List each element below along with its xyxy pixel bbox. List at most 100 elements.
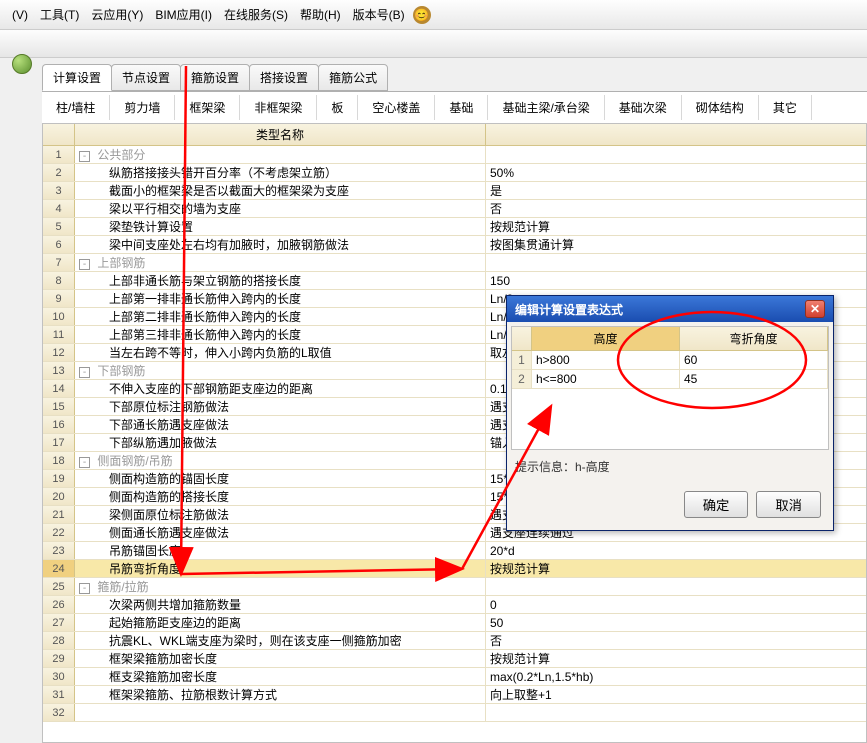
table-row[interactable]: 32 xyxy=(43,704,866,722)
cell-angle[interactable]: 60 xyxy=(680,351,828,369)
setting-value[interactable]: 150 xyxy=(486,272,866,289)
cancel-button[interactable]: 取消 xyxy=(756,491,821,518)
table-row[interactable]: 3截面小的框架梁是否以截面大的框架梁为支座是 xyxy=(43,182,866,200)
menu-item[interactable]: 云应用(Y) xyxy=(87,4,147,25)
setting-value[interactable]: 否 xyxy=(486,632,866,649)
subtab-foundation[interactable]: 基础 xyxy=(435,95,488,120)
row-number: 29 xyxy=(43,650,75,667)
cell-height[interactable]: h<=800 xyxy=(532,370,680,388)
setting-name: 不伸入支座的下部钢筋距支座边的距离 xyxy=(75,380,486,397)
row-number: 11 xyxy=(43,326,75,343)
setting-name: 梁侧面原位标注筋做法 xyxy=(75,506,486,523)
table-row[interactable]: 30框支梁箍筋加密长度max(0.2*Ln,1.5*hb) xyxy=(43,668,866,686)
setting-value[interactable]: 按图集贯通计算 xyxy=(486,236,866,253)
setting-value[interactable] xyxy=(486,146,866,163)
table-row[interactable]: 27起始箍筋距支座边的距离50 xyxy=(43,614,866,632)
dialog-title-text: 编辑计算设置表达式 xyxy=(515,301,623,318)
setting-value[interactable]: 50 xyxy=(486,614,866,631)
setting-value[interactable] xyxy=(486,578,866,595)
tab-lap-settings[interactable]: 搭接设置 xyxy=(249,64,319,91)
tab-node-settings[interactable]: 节点设置 xyxy=(111,64,181,91)
row-number: 31 xyxy=(43,686,75,703)
setting-value[interactable]: 向上取整+1 xyxy=(486,686,866,703)
dialog-titlebar[interactable]: 编辑计算设置表达式 ✕ xyxy=(507,296,833,322)
setting-value[interactable]: 否 xyxy=(486,200,866,217)
table-row[interactable]: 23吊筋锚固长度20*d xyxy=(43,542,866,560)
menu-item[interactable]: BIM应用(I) xyxy=(151,4,216,25)
setting-name: 起始箍筋距支座边的距离 xyxy=(75,614,486,631)
table-row[interactable]: 6梁中间支座处左右均有加腋时，加腋钢筋做法按图集贯通计算 xyxy=(43,236,866,254)
setting-name: 框架梁箍筋加密长度 xyxy=(75,650,486,667)
subtab-shearwall[interactable]: 剪力墙 xyxy=(110,95,175,120)
setting-value[interactable]: 按规范计算 xyxy=(486,218,866,235)
setting-name: 当左右跨不等时，伸入小跨内负筋的L取值 xyxy=(75,344,486,361)
menu-item[interactable]: 工具(T) xyxy=(36,4,83,25)
subtab-foundsec[interactable]: 基础次梁 xyxy=(605,95,682,120)
collapse-icon[interactable]: - xyxy=(79,457,90,468)
menu-item[interactable]: (V) xyxy=(8,6,32,24)
close-icon[interactable]: ✕ xyxy=(805,300,825,318)
table-row[interactable]: 5梁垫铁计算设置按规范计算 xyxy=(43,218,866,236)
subtab-masonry[interactable]: 砌体结构 xyxy=(682,95,759,120)
setting-value[interactable]: 50% xyxy=(486,164,866,181)
collapse-icon[interactable]: - xyxy=(79,583,90,594)
setting-value[interactable]: 按规范计算 xyxy=(486,650,866,667)
ok-button[interactable]: 确定 xyxy=(684,491,749,518)
dialog-col-angle[interactable]: 弯折角度 xyxy=(680,327,828,350)
subtab-hollow[interactable]: 空心楼盖 xyxy=(358,95,435,120)
subtab-column[interactable]: 柱/墙柱 xyxy=(42,95,110,120)
menu-item[interactable]: 版本号(B) xyxy=(349,4,409,25)
table-row[interactable]: 31框架梁箍筋、拉筋根数计算方式向上取整+1 xyxy=(43,686,866,704)
menu-item[interactable]: 帮助(H) xyxy=(296,4,345,25)
setting-value[interactable] xyxy=(486,254,866,271)
table-row[interactable]: 26次梁两侧共增加箍筋数量0 xyxy=(43,596,866,614)
tab-calc-settings[interactable]: 计算设置 xyxy=(42,64,112,91)
setting-value[interactable]: 是 xyxy=(486,182,866,199)
table-row[interactable]: 1 - 公共部分 xyxy=(43,146,866,164)
dialog-row[interactable]: 2 h<=800 45 xyxy=(512,370,828,389)
setting-name: 上部第一排非通长筋伸入跨内的长度 xyxy=(75,290,486,307)
table-row[interactable]: 4梁以平行相交的墙为支座否 xyxy=(43,200,866,218)
collapse-icon[interactable]: - xyxy=(79,151,90,162)
setting-name: 侧面构造筋的锚固长度 xyxy=(75,470,486,487)
menu-item[interactable]: 在线服务(S) xyxy=(220,4,292,25)
setting-value[interactable]: max(0.2*Ln,1.5*hb) xyxy=(486,668,866,685)
subtab-framebeam[interactable]: 框架梁 xyxy=(175,95,240,120)
table-row[interactable]: 24吊筋弯折角度按规范计算 xyxy=(43,560,866,578)
setting-name: 框架梁箍筋、拉筋根数计算方式 xyxy=(75,686,486,703)
subtab-nonframebeam[interactable]: 非框架梁 xyxy=(240,95,317,120)
dialog-col-height[interactable]: 高度 xyxy=(532,327,680,350)
setting-value[interactable]: 20*d xyxy=(486,542,866,559)
subtab-foundbeam[interactable]: 基础主梁/承台梁 xyxy=(488,95,604,120)
grid-header: 类型名称 xyxy=(43,124,866,146)
setting-name: 框支梁箍筋加密长度 xyxy=(75,668,486,685)
table-row[interactable]: 2纵筋搭接接头错开百分率（不考虑架立筋）50% xyxy=(43,164,866,182)
tab-stirrup-settings[interactable]: 箍筋设置 xyxy=(180,64,250,91)
setting-value[interactable]: 按规范计算 xyxy=(486,560,866,577)
row-number: 8 xyxy=(43,272,75,289)
face-icon[interactable]: 😊 xyxy=(413,6,431,24)
row-number: 7 xyxy=(43,254,75,271)
collapse-icon[interactable]: - xyxy=(79,367,90,378)
table-row[interactable]: 29框架梁箍筋加密长度按规范计算 xyxy=(43,650,866,668)
table-row[interactable]: 25 - 箍筋/拉筋 xyxy=(43,578,866,596)
table-row[interactable]: 7 - 上部钢筋 xyxy=(43,254,866,272)
setting-value[interactable] xyxy=(486,704,866,721)
row-number: 6 xyxy=(43,236,75,253)
setting-name: 下部纵筋遇加腋做法 xyxy=(75,434,486,451)
table-row[interactable]: 8上部非通长筋与架立钢筋的搭接长度150 xyxy=(43,272,866,290)
sub-tabs: 柱/墙柱 剪力墙 框架梁 非框架梁 板 空心楼盖 基础 基础主梁/承台梁 基础次… xyxy=(42,91,867,123)
dialog-row[interactable]: 1 h>800 60 xyxy=(512,351,828,370)
toolbar xyxy=(0,30,867,58)
table-row[interactable]: 28抗震KL、WKL端支座为梁时，则在该支座一侧箍筋加密否 xyxy=(43,632,866,650)
cell-angle[interactable]: 45 xyxy=(680,370,828,388)
collapse-icon[interactable]: - xyxy=(79,259,90,270)
subtab-slab[interactable]: 板 xyxy=(317,95,358,120)
tab-stirrup-formula[interactable]: 箍筋公式 xyxy=(318,64,388,91)
setting-value[interactable]: 0 xyxy=(486,596,866,613)
cell-height[interactable]: h>800 xyxy=(532,351,680,369)
row-number: 9 xyxy=(43,290,75,307)
subtab-other[interactable]: 其它 xyxy=(759,95,812,120)
row-number: 25 xyxy=(43,578,75,595)
setting-name: 截面小的框架梁是否以截面大的框架梁为支座 xyxy=(75,182,486,199)
